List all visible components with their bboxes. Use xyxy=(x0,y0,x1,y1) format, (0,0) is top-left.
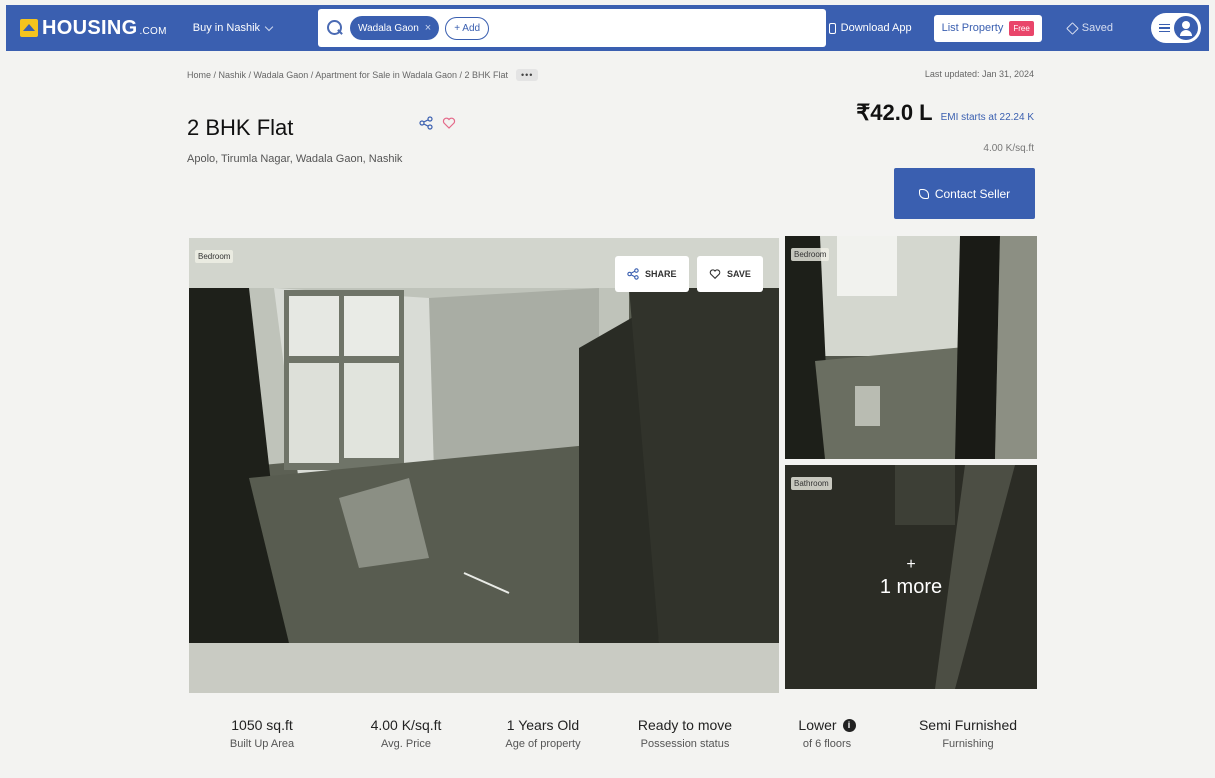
add-location-button[interactable]: + Add xyxy=(445,16,490,40)
list-property-label: List Property xyxy=(941,22,1004,34)
heart-icon[interactable] xyxy=(442,116,456,130)
location-chip-label: Wadala Gaon xyxy=(358,22,419,34)
stat-possession: Ready to move Possession status xyxy=(625,717,745,750)
stat-age: 1 Years Old Age of property xyxy=(483,717,603,750)
chevron-down-icon xyxy=(264,22,274,31)
stat-label: Avg. Price xyxy=(381,738,431,750)
stat-value: Ready to move xyxy=(637,717,733,733)
stat-value-row: Lower i xyxy=(767,717,887,733)
profile-menu[interactable] xyxy=(1151,13,1201,43)
share-button[interactable]: SHARE xyxy=(615,256,689,292)
stat-built-up-area: 1050 sq.ft Built Up Area xyxy=(202,717,322,750)
price-per-sqft: 4.00 K/sq.ft xyxy=(983,143,1034,154)
saved-label: Saved xyxy=(1081,22,1113,34)
stat-label: Furnishing xyxy=(942,738,994,750)
logo-text: HOUSING xyxy=(42,16,138,39)
heart-icon xyxy=(709,269,721,280)
download-app-label: Download App xyxy=(840,22,912,34)
user-avatar-icon xyxy=(1174,16,1198,40)
photo-label: Bedroom xyxy=(195,250,234,263)
stat-label: Built Up Area xyxy=(229,738,295,750)
chip-close-icon[interactable]: × xyxy=(425,22,431,34)
search-icon[interactable] xyxy=(326,19,344,37)
tag-icon xyxy=(1065,21,1079,35)
list-property-button[interactable]: List Property Free xyxy=(933,14,1042,42)
share-icon[interactable] xyxy=(419,116,433,130)
breadcrumb: Home / Nashik / Wadala Gaon / Apartment … xyxy=(187,69,539,81)
more-photos-overlay[interactable]: + 1 more xyxy=(785,465,1037,689)
bedroom-photo-thumbnail xyxy=(785,236,1037,459)
side-photo-bathroom[interactable]: Bathroom + 1 more xyxy=(785,465,1037,689)
stat-value: 4.00 K/sq.ft xyxy=(370,717,442,733)
logo-mark-icon xyxy=(20,19,38,37)
save-button[interactable]: SAVE xyxy=(697,256,763,292)
phone-call-icon xyxy=(918,188,929,199)
stat-value: 1 Years Old xyxy=(506,717,580,733)
contact-seller-label: Contact Seller xyxy=(934,186,1011,201)
free-badge: Free xyxy=(1009,20,1034,36)
city-dropdown[interactable]: Buy in Nashik xyxy=(192,22,274,34)
stat-value: Lower xyxy=(798,717,837,733)
share-icon xyxy=(627,268,639,280)
stat-value: 1050 sq.ft xyxy=(231,717,293,733)
page-title: 2 BHK Flat xyxy=(187,115,294,140)
info-icon[interactable]: i xyxy=(842,718,856,732)
stat-value: Semi Furnished xyxy=(918,717,1018,733)
download-app-link[interactable]: Download App xyxy=(828,22,912,34)
location-chip[interactable]: Wadala Gaon × xyxy=(350,16,440,40)
bedroom-photo-image xyxy=(189,238,779,693)
search-bar[interactable]: Wadala Gaon × + Add xyxy=(318,9,826,47)
city-dropdown-label: Buy in Nashik xyxy=(192,22,261,34)
stat-label: of 6 floors xyxy=(802,738,852,750)
property-price: ₹42.0 L xyxy=(856,100,933,125)
price-row: ₹42.0 L EMI starts at 22.24 K xyxy=(856,100,1034,126)
emi-link[interactable]: EMI starts at 22.24 K xyxy=(941,112,1034,123)
property-address: Apolo, Tirumla Nagar, Wadala Gaon, Nashi… xyxy=(187,153,403,165)
main-photo[interactable]: Bedroom SHARE SAVE xyxy=(189,238,779,693)
plus-icon: + xyxy=(906,555,916,573)
hamburger-menu-icon xyxy=(1159,23,1170,33)
more-photos-count: 1 more xyxy=(879,575,943,598)
top-nav-bar: HOUSING .COM Buy in Nashik Wadala Gaon ×… xyxy=(6,5,1209,51)
stat-avg-price: 4.00 K/sq.ft Avg. Price xyxy=(346,717,466,750)
stat-floor: Lower i of 6 floors xyxy=(767,717,887,750)
last-updated: Last updated: Jan 31, 2024 xyxy=(924,69,1034,79)
contact-seller-button[interactable]: Contact Seller xyxy=(894,168,1035,219)
stat-furnishing: Semi Furnished Furnishing xyxy=(908,717,1028,750)
stat-label: Possession status xyxy=(640,738,730,750)
saved-link[interactable]: Saved xyxy=(1065,21,1113,35)
side-photo-bedroom[interactable]: Bedroom xyxy=(785,236,1037,459)
more-options-icon[interactable]: ••• xyxy=(515,69,539,81)
photo-label: Bedroom xyxy=(791,248,830,261)
breadcrumb-trail[interactable]: Home / Nashik / Wadala Gaon / Apartment … xyxy=(187,70,508,80)
stat-label: Age of property xyxy=(505,738,581,750)
logo-suffix: .COM xyxy=(139,25,167,37)
save-button-label: SAVE xyxy=(727,269,751,279)
housing-logo[interactable]: HOUSING .COM xyxy=(20,17,167,40)
share-button-label: SHARE xyxy=(645,269,677,279)
phone-icon xyxy=(828,22,836,34)
